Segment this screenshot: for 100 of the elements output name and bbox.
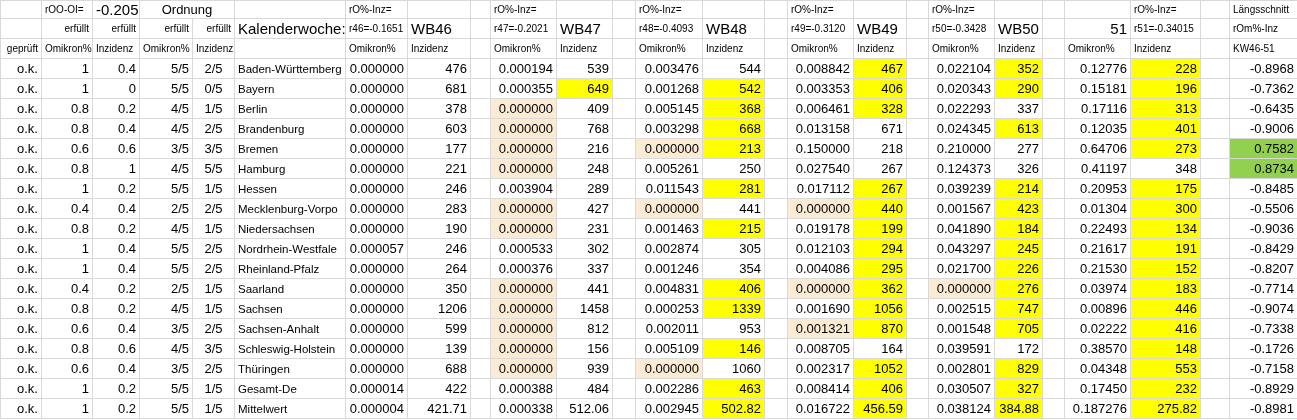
table-cell: 1/5	[204, 101, 223, 116]
table-cell: 1206	[407, 298, 471, 319]
table-cell: 264	[407, 258, 471, 279]
table-cell: 1	[81, 401, 89, 416]
table-cell: Berlin	[238, 102, 268, 115]
table-cell: 939	[556, 358, 613, 379]
table-cell: 190	[407, 218, 471, 239]
table-cell: 0.008705	[787, 338, 854, 359]
table-cell: 4/5	[170, 121, 189, 136]
table-cell: 0.000000	[345, 318, 408, 339]
table-cell: 0.004831	[635, 278, 703, 299]
table-cell: 0.4	[117, 361, 136, 376]
table-cell: 2/5	[204, 361, 223, 376]
table-cell: 1458	[556, 298, 613, 319]
table-cell: 5/5	[204, 161, 223, 176]
table-cell: 267	[853, 158, 907, 179]
table-cell: Baden-Württemberg	[238, 62, 342, 75]
table-cell: 0.000388	[490, 378, 557, 399]
table-cell: 0.000533	[490, 238, 557, 259]
table-cell: 0.000194	[490, 58, 557, 79]
table-cell: Brandenburg	[238, 122, 305, 135]
table-cell: 0.024345	[928, 118, 995, 139]
table-cell: 2/5	[204, 201, 223, 216]
table-cell: 378	[407, 98, 471, 119]
column-header: erfüllt	[111, 23, 136, 34]
table-cell: 0.20953	[1064, 178, 1131, 199]
table-cell: 348	[1130, 158, 1201, 179]
table-cell: 0.21617	[1064, 238, 1131, 259]
column-header: rOm%-Inz	[1233, 23, 1278, 34]
table-cell: 0.003298	[635, 118, 703, 139]
table-cell: 0.039239	[928, 178, 995, 199]
table-cell: 0.17450	[1064, 378, 1131, 399]
table-cell: 1/5	[204, 381, 223, 396]
table-cell: 5/5	[170, 181, 189, 196]
table-cell: 0.001268	[635, 78, 703, 99]
table-cell: 0.027540	[787, 158, 854, 179]
column-header: erfüllt	[206, 23, 231, 34]
table-cell: 0.038124	[928, 398, 995, 419]
table-cell: 283	[407, 198, 471, 219]
table-cell: 0.000014	[345, 378, 408, 399]
column-header: Omikron%	[349, 43, 396, 54]
table-cell: o.k.	[17, 241, 38, 256]
table-cell: 0.006461	[787, 98, 854, 119]
table-cell: 221	[407, 158, 471, 179]
table-cell: 768	[556, 118, 613, 139]
table-cell: 0.2	[117, 401, 136, 416]
table-cell: 0.8	[70, 301, 89, 316]
table-cell: 0.01304	[1064, 198, 1131, 219]
table-cell: 337	[994, 98, 1043, 119]
column-header: r46=-0.1651	[349, 23, 404, 34]
table-cell: 0.013158	[787, 118, 854, 139]
table-cell: Gesamt-De	[238, 382, 297, 395]
table-cell: 0.000000	[345, 58, 408, 79]
table-cell: o.k.	[17, 61, 38, 76]
table-cell: 1060	[702, 358, 765, 379]
table-cell: 0.002515	[928, 298, 995, 319]
table-cell: 0.4	[70, 281, 89, 296]
table-cell: Sachsen-Anhalt	[238, 322, 320, 335]
table-cell: 812	[556, 318, 613, 339]
table-cell: Saarland	[238, 282, 285, 295]
table-cell: 5/5	[170, 401, 189, 416]
column-header: WB49	[857, 20, 898, 37]
column-header: Omikron%	[639, 43, 686, 54]
table-cell: 484	[556, 378, 613, 399]
table-cell: 354	[702, 258, 765, 279]
table-cell: 422	[407, 378, 471, 399]
table-cell: 2/5	[204, 261, 223, 276]
table-cell: 164	[853, 338, 907, 359]
column-header: Omikron%	[1068, 43, 1115, 54]
table-cell: 1	[81, 81, 89, 96]
table-cell: 0.6	[117, 341, 136, 356]
table-cell: Schleswig-Holstein	[238, 342, 336, 355]
table-cell: 2/5	[170, 201, 189, 216]
table-cell: 0.043297	[928, 238, 995, 259]
table-cell: 2/5	[204, 321, 223, 336]
column-header: Inzidenz	[196, 43, 234, 54]
table-cell: 0.210000	[928, 138, 995, 159]
table-cell: 409	[556, 98, 613, 119]
table-cell: 0.15181	[1064, 78, 1131, 99]
table-cell: 3/5	[170, 321, 189, 336]
table-cell: 3/5	[204, 141, 223, 156]
column-header: rO%-Inz=	[1134, 4, 1177, 15]
column-header: r47=-0.2021	[494, 23, 549, 34]
table-cell: o.k.	[17, 401, 38, 416]
column-header: rO%-Inz=	[349, 4, 392, 15]
table-cell: 0.022293	[928, 98, 995, 119]
column-header: rOO-OI=	[45, 4, 84, 15]
table-cell: 5/5	[170, 61, 189, 76]
table-cell: 4/5	[170, 341, 189, 356]
table-cell: 0.011543	[635, 178, 703, 199]
table-cell: Nordrhein-Westfale	[238, 242, 337, 255]
table-cell: o.k.	[17, 201, 38, 216]
column-header: Inzidenz	[998, 43, 1036, 54]
table-cell: Sachsen	[238, 302, 283, 315]
table-cell: 218	[853, 138, 907, 159]
table-cell: 0.6	[70, 141, 89, 156]
table-cell: 0.000000	[345, 198, 408, 219]
table-cell: 326	[994, 158, 1043, 179]
table-cell: 0.001690	[787, 298, 854, 319]
table-cell: Bayern	[238, 82, 275, 95]
